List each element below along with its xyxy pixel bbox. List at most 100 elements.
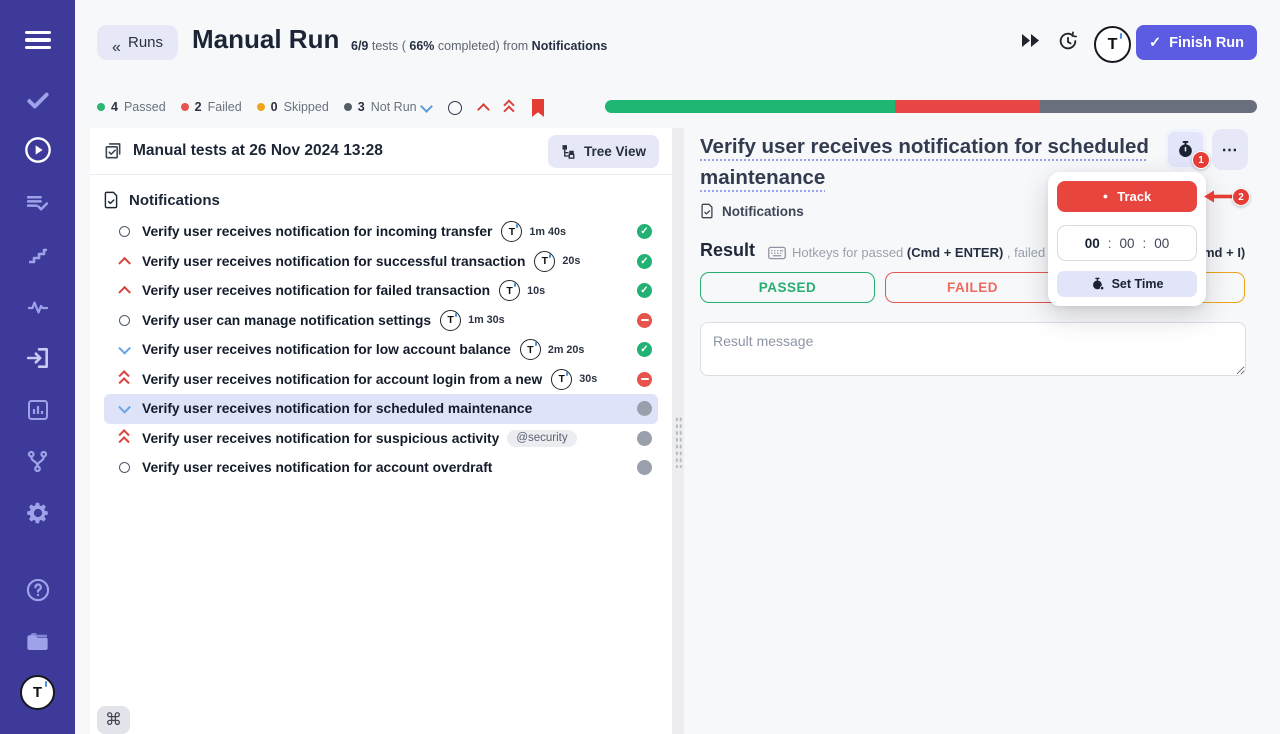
test-row-9[interactable]: Verify user receives notification for ac… [104,453,658,483]
timer-hours[interactable]: 00 [1085,236,1100,251]
sidebar-item-plans[interactable] [0,183,75,223]
passed-button[interactable]: PASSED [700,272,875,303]
result-message-input[interactable] [700,322,1246,376]
priority-important-filter-icon[interactable] [505,102,513,114]
status-failed-icon [637,313,652,328]
back-to-runs-button[interactable]: « Runs [97,25,178,60]
tree-view-icon [561,144,576,159]
bookmark-filter-icon[interactable] [530,99,546,117]
finish-run-label: Finish Run [1169,35,1244,51]
count-not-run[interactable]: 3Not Run [344,100,417,114]
document-check-icon [103,191,119,209]
finish-run-button[interactable]: ✓ Finish Run [1136,25,1257,60]
run-progress-bar [605,100,1257,113]
sidebar-item-runs[interactable] [0,130,75,170]
annotation-badge-1: 1 [1192,151,1210,169]
test-title: Verify user receives notification for in… [142,224,492,239]
retry-timer-icon [1057,30,1079,52]
help-icon [25,577,51,603]
progress-passed-segment [605,100,895,113]
timer-seconds[interactable]: 00 [1154,236,1169,251]
testomat-logo-icon: T [499,280,520,301]
sidebar-item-pulse[interactable] [0,287,75,327]
track-button[interactable]: ● Track [1057,181,1197,212]
test-row-7-selected[interactable]: Verify user receives notification for sc… [104,394,658,424]
divider-drag-handle[interactable] [675,416,682,468]
git-branch-icon [25,449,50,474]
testomat-logo-icon: T [551,369,572,390]
back-to-runs-label: Runs [128,34,163,51]
breadcrumb[interactable]: Notifications [700,203,804,219]
test-row-5[interactable]: Verify user receives notification for lo… [104,335,658,365]
priority-high-icon [118,257,130,269]
sidebar-item-reports[interactable] [0,390,75,430]
import-icon [25,345,51,371]
security-tag[interactable]: @security [507,430,576,447]
priority-low-icon [118,342,130,354]
test-row-4[interactable]: Verify user can manage notification sett… [104,306,658,336]
annotation-badge-2: 2 [1232,188,1250,206]
suite-group-label: Notifications [129,192,220,209]
priority-normal-icon [119,462,130,473]
fast-forward-button[interactable] [1021,34,1040,52]
test-title: Verify user can manage notification sett… [142,313,431,328]
test-list-header: Manual tests at 26 Nov 2024 13:28 Tree V… [90,128,672,175]
testomat-logo-icon: T [440,310,461,331]
priority-important-icon [120,432,128,445]
test-title: Verify user receives notification for sc… [142,401,532,416]
test-list-panel: Manual tests at 26 Nov 2024 13:28 Tree V… [90,128,672,734]
priority-low-filter-icon[interactable] [420,100,433,113]
timer-history-button[interactable] [1057,30,1079,57]
sidebar-item-branches[interactable] [0,441,75,481]
sidebar-item-settings[interactable] [0,493,75,533]
sidebar-item-tests[interactable] [0,80,75,120]
priority-normal-icon [119,315,130,326]
tree-view-button[interactable]: Tree View [548,135,659,168]
test-row-8[interactable]: Verify user receives notification for su… [104,424,658,454]
status-not-run-icon [637,401,652,416]
sidebar-item-milestones[interactable] [0,235,75,275]
clipboard-check-icon [103,141,123,161]
more-options-button[interactable]: ⋯ [1212,129,1248,170]
test-row-1[interactable]: Verify user receives notification for in… [104,217,658,247]
result-message-container [700,322,1246,381]
status-passed-icon [637,342,652,357]
test-duration: 1m 30s [468,314,505,326]
priority-low-icon [118,401,130,413]
test-duration: 1m 40s [529,226,566,238]
check-icon: ✓ [1149,35,1161,51]
hotkeys-command-button[interactable]: ⌘ [97,706,130,734]
test-row-3[interactable]: Verify user receives notification for fa… [104,276,658,306]
tree-view-label: Tree View [584,144,646,159]
set-time-button[interactable]: Set Time [1057,271,1197,297]
sidebar-item-import[interactable] [0,338,75,378]
timer-display[interactable]: 00 : 00 : 00 [1057,225,1197,261]
run-stats: 6/9 tests ( 66% completed) from Notifica… [351,39,607,53]
count-passed[interactable]: 4Passed [97,100,166,114]
account-logo-icon[interactable]: T [1094,26,1131,63]
suite-group-row[interactable]: Notifications [90,187,672,213]
stopwatch-gear-icon [1091,277,1105,291]
sidebar-item-logo[interactable]: T [0,672,75,712]
test-row-2[interactable]: Verify user receives notification for su… [104,247,658,277]
sidebar-item-help[interactable] [0,570,75,610]
count-skipped[interactable]: 0Skipped [257,100,329,114]
priority-high-filter-icon[interactable] [477,103,490,116]
failed-dot-icon [181,103,189,111]
track-label: Track [1117,189,1151,204]
sidebar-item-projects[interactable] [0,621,75,661]
menu-button[interactable] [0,20,75,60]
count-failed[interactable]: 2Failed [181,100,242,114]
priority-normal-filter-icon[interactable] [448,101,462,115]
breadcrumb-label: Notifications [722,204,804,219]
test-title: Verify user receives notification for fa… [142,283,490,298]
timer-minutes[interactable]: 00 [1119,236,1134,251]
test-title: Verify user receives notification for su… [142,431,499,446]
document-check-icon [700,203,714,219]
status-counts: 4Passed 2Failed 0Skipped 3Not Run [97,100,417,114]
test-duration: 2m 20s [548,344,585,356]
failed-button[interactable]: FAILED [885,272,1060,303]
double-chevron-left-icon: « [112,39,120,47]
record-dot-icon: ● [1103,192,1108,201]
test-row-6[interactable]: Verify user receives notification for ac… [104,365,658,395]
